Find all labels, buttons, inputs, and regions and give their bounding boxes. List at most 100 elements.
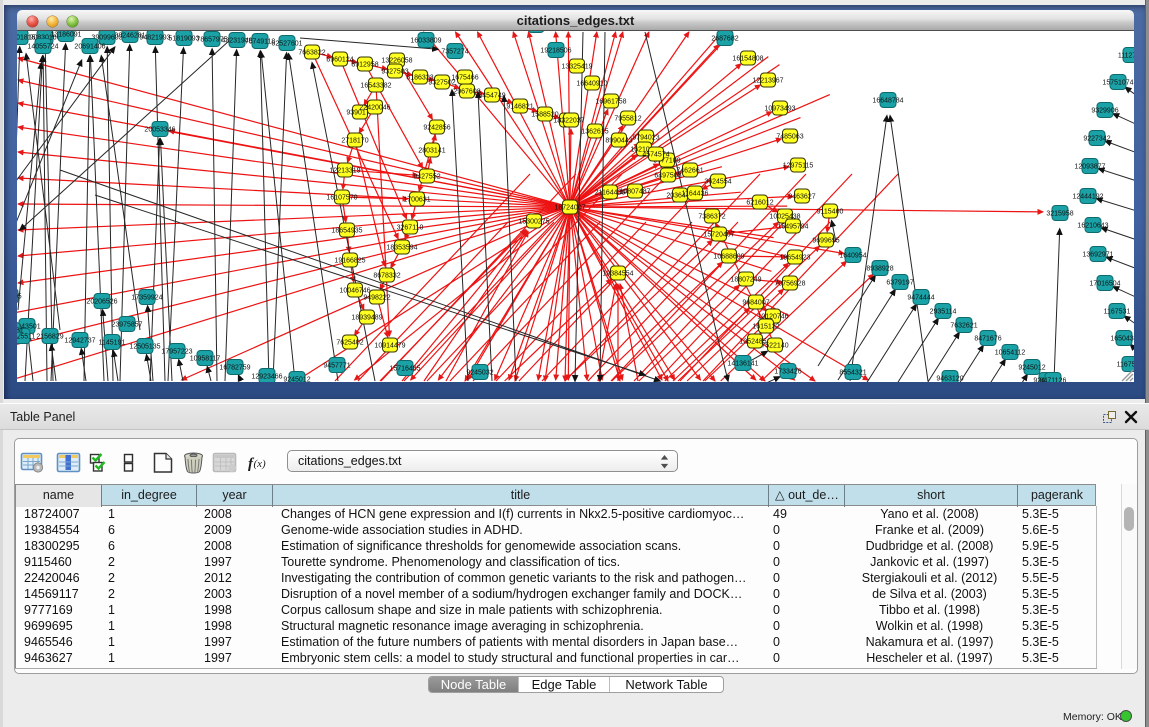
- svg-text:1650431: 1650431: [1110, 336, 1134, 343]
- svg-text:1700631: 1700631: [403, 197, 430, 204]
- svg-text:3267110: 3267110: [397, 225, 424, 232]
- svg-text:17016504: 17016504: [1089, 281, 1120, 288]
- svg-text:12942737: 12942737: [64, 338, 95, 345]
- svg-text:94821993: 94821993: [139, 35, 170, 42]
- svg-text:16107570: 16107570: [326, 195, 357, 202]
- svg-text:17957223: 17957223: [161, 349, 192, 356]
- svg-text:18724007: 18724007: [554, 205, 585, 212]
- svg-text:70756928: 70756928: [774, 281, 805, 288]
- svg-text:9242856: 9242856: [423, 125, 450, 132]
- svg-text:8471126: 8471126: [1040, 378, 1067, 383]
- svg-text:1640954: 1640954: [839, 253, 866, 260]
- svg-text:17359924: 17359924: [131, 295, 162, 302]
- svg-text:22420046: 22420046: [359, 105, 390, 112]
- svg-text:2935114: 2935114: [930, 309, 957, 316]
- svg-text:12975115: 12975115: [783, 163, 814, 170]
- svg-text:2718170: 2718170: [341, 138, 368, 145]
- svg-text:1615132: 1615132: [752, 324, 779, 331]
- svg-text:14136141: 14136141: [727, 361, 758, 368]
- svg-text:7625402: 7625402: [336, 340, 363, 347]
- svg-text:1733426: 1733426: [774, 369, 801, 376]
- svg-text:1362615: 1362615: [581, 129, 608, 136]
- svg-text:7522140: 7522140: [761, 343, 788, 350]
- svg-text:9427552: 9427552: [413, 174, 440, 181]
- svg-text:12213319: 12213319: [329, 168, 360, 175]
- svg-text:2156829: 2156829: [36, 334, 63, 341]
- svg-text:9699695: 9699695: [812, 238, 839, 245]
- svg-text:9794023: 9794023: [632, 135, 659, 142]
- svg-text:2687682: 2687682: [711, 36, 738, 43]
- svg-text:19654923: 19654923: [779, 255, 810, 262]
- svg-text:751081: 751081: [17, 328, 24, 335]
- svg-text:16033809: 16033809: [410, 38, 441, 45]
- svg-text:8471676: 8471676: [974, 336, 1001, 343]
- svg-text:20053346: 20053346: [144, 127, 175, 134]
- svg-text:20206526: 20206526: [86, 299, 117, 306]
- svg-text:4574574: 4574574: [642, 152, 669, 159]
- svg-text:9684007: 9684007: [742, 300, 769, 307]
- svg-text:8938928: 8938928: [866, 266, 893, 273]
- svg-text:10914479: 10914479: [374, 343, 405, 350]
- svg-text:8454749: 8454749: [478, 93, 505, 100]
- svg-text:7632621: 7632621: [950, 323, 977, 330]
- svg-text:8554321: 8554321: [839, 370, 866, 377]
- svg-text:6216012: 6216012: [746, 200, 773, 207]
- svg-text:8990443: 8990443: [605, 138, 632, 145]
- svg-text:20691406: 20691406: [74, 44, 105, 51]
- svg-text:10046746: 10046746: [339, 288, 370, 295]
- svg-text:15300275: 15300275: [518, 219, 549, 226]
- svg-text:13186091: 13186091: [50, 32, 81, 39]
- svg-text:12093877: 12093877: [1074, 164, 1105, 171]
- svg-text:9457771: 9457771: [323, 363, 350, 370]
- svg-text:15751074: 15751074: [1102, 80, 1133, 87]
- svg-text:19166825: 19166825: [334, 258, 365, 265]
- svg-text:2803141: 2803141: [418, 148, 445, 155]
- svg-text:9498222: 9498222: [363, 295, 390, 302]
- svg-text:16782759: 16782759: [219, 365, 250, 372]
- svg-text:16495794: 16495794: [777, 224, 808, 231]
- svg-text:8912958: 8912958: [351, 62, 378, 69]
- svg-text:9463120: 9463120: [936, 376, 963, 383]
- svg-text:10958117: 10958117: [190, 356, 221, 363]
- svg-text:16154808: 16154808: [732, 56, 763, 63]
- svg-text:10973493: 10973493: [764, 106, 795, 113]
- svg-text:16648784: 16648784: [872, 98, 903, 105]
- svg-text:23975857: 23975857: [111, 322, 142, 329]
- svg-text:13692971: 13692971: [1082, 252, 1113, 259]
- svg-text:15716485: 15716485: [389, 366, 420, 373]
- svg-text:7663822: 7663822: [298, 50, 325, 57]
- svg-text:6379197: 6379197: [886, 280, 913, 287]
- svg-text:(x): (x): [254, 458, 267, 470]
- svg-text:13226058: 13226058: [381, 58, 412, 65]
- svg-text:18654935: 18654935: [331, 228, 362, 235]
- svg-text:18353594: 18353594: [386, 245, 417, 252]
- svg-text:9245012: 9245012: [1018, 365, 1045, 372]
- svg-text:19218506: 19218506: [540, 48, 571, 55]
- svg-text:14055724: 14055724: [27, 44, 58, 51]
- svg-text:7357274: 7357274: [441, 49, 468, 56]
- svg-text:1167534: 1167534: [1117, 362, 1134, 369]
- svg-text:9474444: 9474444: [907, 295, 934, 302]
- svg-text:62527601: 62527601: [271, 41, 302, 48]
- svg-text:7485063: 7485063: [776, 134, 803, 141]
- svg-text:15720407: 15720407: [703, 232, 734, 239]
- svg-text:1164436: 1164436: [682, 191, 709, 198]
- svg-text:1167531: 1167531: [1104, 309, 1131, 316]
- svg-text:21164436: 21164436: [595, 190, 626, 197]
- svg-text:16543382: 16543382: [360, 83, 391, 90]
- svg-text:16961758: 16961758: [595, 99, 626, 106]
- svg-text:9115460: 9115460: [817, 209, 844, 216]
- svg-text:8960124: 8960124: [326, 57, 353, 64]
- svg-text:8678332: 8678332: [373, 273, 400, 280]
- svg-text:1675466: 1675466: [451, 75, 478, 82]
- svg-text:12505135: 12505135: [129, 344, 160, 351]
- svg-text:12213967: 12213967: [752, 78, 783, 85]
- svg-text:9146821: 9146821: [506, 104, 533, 111]
- svg-text:9327503: 9327503: [381, 69, 408, 76]
- svg-text:12444192: 12444192: [1072, 194, 1103, 201]
- svg-text:7955812: 7955812: [614, 116, 641, 123]
- svg-text:8322037: 8322037: [557, 118, 584, 125]
- svg-text:18939489: 18939489: [351, 315, 382, 322]
- svg-text:3215958: 3215958: [1046, 211, 1073, 218]
- svg-text:263605: 263605: [17, 294, 22, 301]
